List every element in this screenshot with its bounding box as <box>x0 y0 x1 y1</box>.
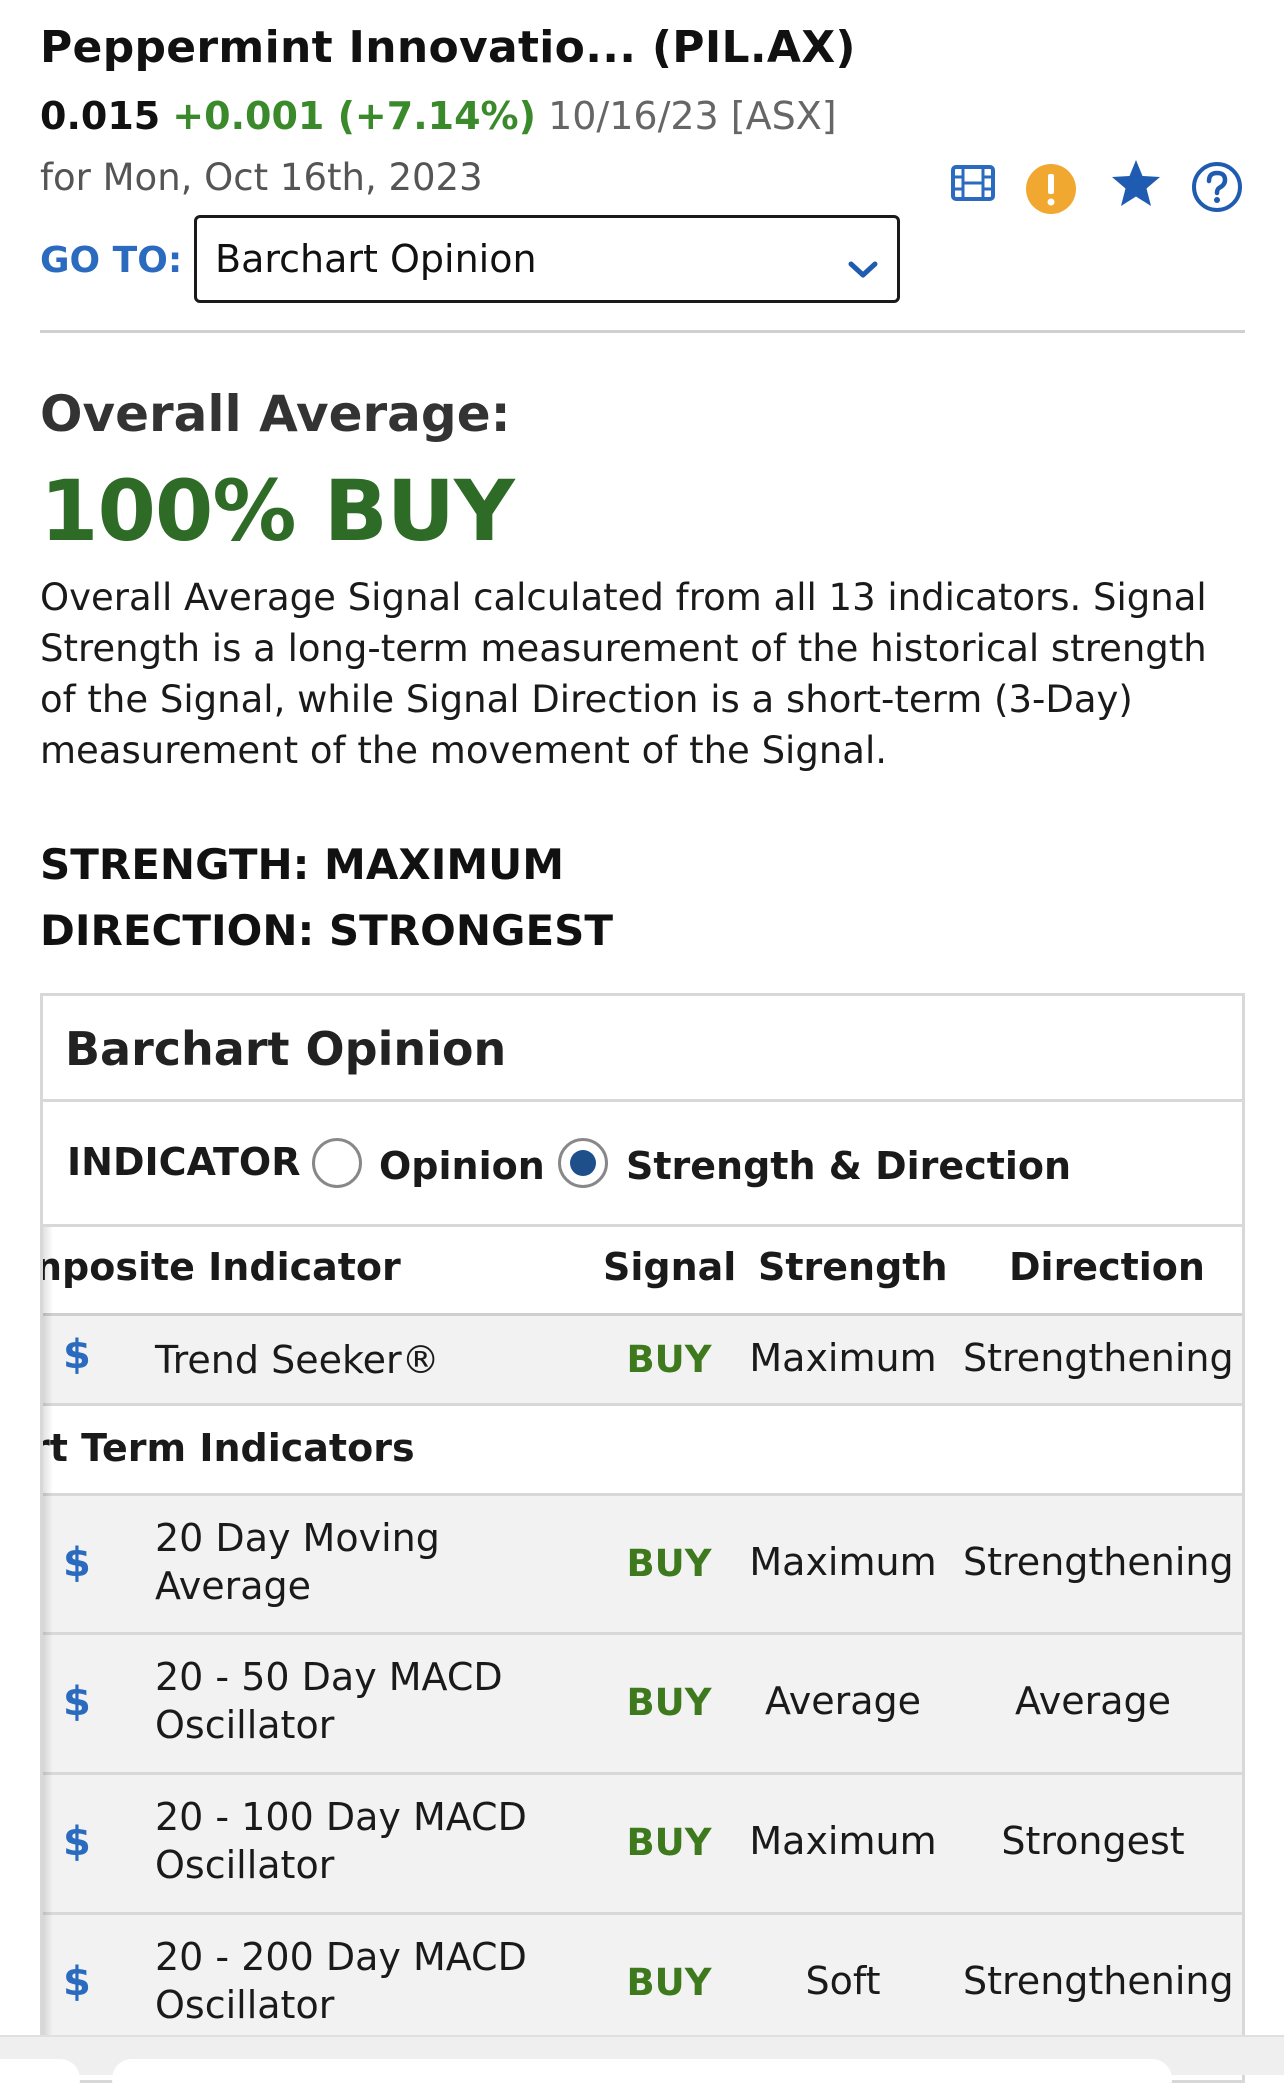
table-row[interactable]: $ 20 Day Moving Average BUY Maximum Stre… <box>43 1496 1242 1635</box>
overall-average-description: Overall Average Signal calculated from a… <box>40 576 1207 772</box>
browser-tab-button[interactable] <box>0 2059 80 2099</box>
browser-address-bar[interactable] <box>112 2059 1172 2099</box>
section-short-term: rt Term Indicators <box>43 1406 1242 1496</box>
indicator-toggle-row: INDICATOR Opinion Strength & Direction <box>43 1102 1242 1227</box>
radio-opinion[interactable] <box>312 1138 362 1188</box>
dollar-icon[interactable]: $ <box>63 1819 91 1865</box>
dollar-icon[interactable]: $ <box>63 1679 91 1725</box>
help-icon[interactable] <box>1189 159 1245 215</box>
overall-average-label: Overall Average: <box>40 385 511 443</box>
indicator-name: 20 - 50 Day MACD Oscillator <box>155 1655 503 1747</box>
table-row[interactable]: $ 20 - 100 Day MACD Oscillator BUY Maxim… <box>43 1775 1242 1915</box>
direction-value: Strengthening <box>963 1959 1234 2003</box>
symbol-title: Peppermint Innovatio... (PIL.AX) <box>40 22 856 73</box>
dollar-icon[interactable]: $ <box>63 1959 91 2005</box>
direction-value: Strengthening <box>963 1336 1234 1380</box>
direction-value: Average <box>1014 1679 1172 1723</box>
star-icon[interactable] <box>1108 155 1164 211</box>
radio-strength-direction-label[interactable]: Strength & Direction <box>626 1144 1071 1188</box>
goto-selected-value: Barchart Opinion <box>215 237 537 281</box>
panel-header: Barchart Opinion <box>43 996 1242 1102</box>
header-signal: Signal <box>603 1245 737 1289</box>
strength-value: Maximum <box>749 1540 937 1584</box>
signal-value: BUY <box>626 1542 712 1585</box>
goto-select[interactable]: Barchart Opinion <box>194 215 900 303</box>
overall-direction: DIRECTION: STRONGEST <box>40 906 614 955</box>
strength-value: Maximum <box>749 1336 937 1380</box>
opinion-panel: Barchart Opinion INDICATOR Opinion Stren… <box>40 993 1245 2083</box>
header-strength: Strength <box>758 1245 948 1289</box>
signal-value: BUY <box>626 1961 712 2004</box>
indicator-name: 20 Day Moving Average <box>155 1516 440 1608</box>
alert-icon[interactable] <box>1023 161 1079 217</box>
strength-value: Soft <box>805 1959 881 2003</box>
indicator-name: Trend Seeker® <box>155 1338 440 1382</box>
chevron-down-icon <box>847 246 879 290</box>
indicator-name: 20 - 100 Day MACD Oscillator <box>155 1795 527 1887</box>
header-direction: Direction <box>1009 1245 1205 1289</box>
indicator-label: INDICATOR <box>67 1140 301 1184</box>
goto-label: GO TO: <box>40 240 183 281</box>
signal-value: BUY <box>626 1338 712 1381</box>
for-date: for Mon, Oct 16th, 2023 <box>40 156 483 199</box>
price-change: +0.001 (+7.14%) <box>172 94 536 138</box>
dollar-icon[interactable]: $ <box>63 1540 91 1586</box>
signal-value: BUY <box>626 1821 712 1864</box>
strength-value: Maximum <box>749 1819 937 1863</box>
quote-date: 10/16/23 [ASX] <box>548 94 837 138</box>
divider <box>40 330 1245 333</box>
signal-value: BUY <box>626 1681 712 1724</box>
section-title: rt Term Indicators <box>40 1426 415 1470</box>
header-indicator: nposite Indicator <box>40 1245 401 1289</box>
indicator-name: 20 - 200 Day MACD Oscillator <box>155 1935 527 2027</box>
last-price: 0.015 <box>40 94 161 138</box>
header-icon-bar <box>945 155 1245 215</box>
overall-strength: STRENGTH: MAXIMUM <box>40 840 565 889</box>
strength-value: Average <box>764 1679 922 1723</box>
quote-line: 0.015 +0.001 (+7.14%) 10/16/23 [ASX] <box>40 94 837 138</box>
radio-strength-direction[interactable] <box>558 1138 608 1188</box>
panel-title: Barchart Opinion <box>65 1022 507 1076</box>
scroll-shadow <box>43 1227 53 2080</box>
dollar-icon[interactable]: $ <box>63 1332 91 1378</box>
browser-bottom-bar <box>0 2035 1284 2099</box>
direction-value: Strengthening <box>963 1540 1234 1584</box>
film-icon[interactable] <box>945 155 1001 211</box>
table-row[interactable]: $ Trend Seeker® BUY Maximum Strengthenin… <box>43 1316 1242 1406</box>
table-header: nposite Indicator Signal Strength Direct… <box>43 1227 1242 1316</box>
radio-opinion-label[interactable]: Opinion <box>379 1144 545 1188</box>
direction-value: Strongest <box>1001 1819 1185 1863</box>
table-row[interactable]: $ 20 - 50 Day MACD Oscillator BUY Averag… <box>43 1635 1242 1775</box>
overall-average-value: 100% BUY <box>40 462 515 560</box>
